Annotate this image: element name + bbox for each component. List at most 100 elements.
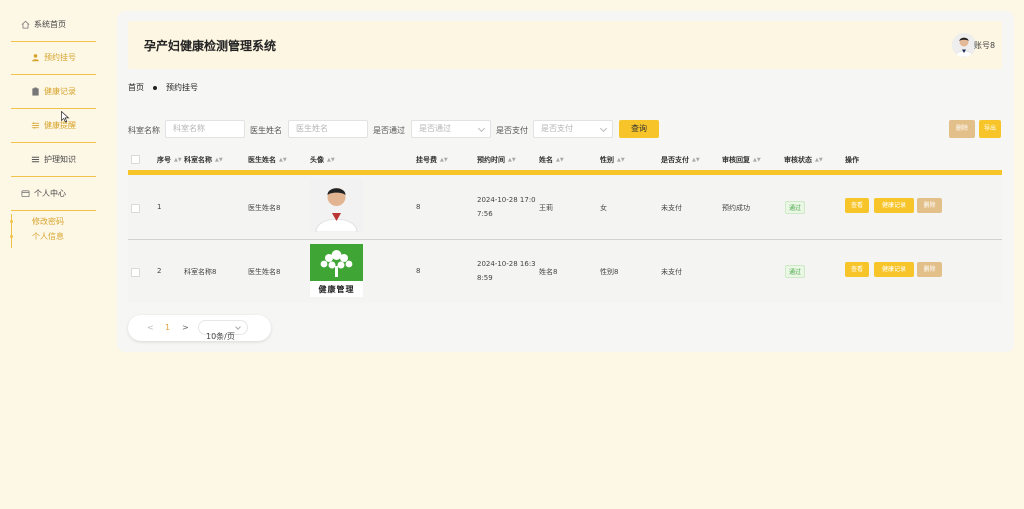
col-header[interactable]: 医生姓名 ▲▼ — [248, 155, 287, 165]
sort-icon: ▲▼ — [753, 157, 761, 163]
col-header[interactable]: 是否支付 ▲▼ — [661, 155, 700, 165]
table-row: 1 医生姓名8 8 2024-10-28 17:0 7:56 王莉 女 未支付 … — [128, 175, 1002, 238]
select-all-checkbox[interactable] — [131, 155, 140, 164]
col-header[interactable]: 性别 ▲▼ — [600, 155, 625, 165]
sidebar-item-home[interactable]: 系统首页 — [11, 8, 96, 42]
doctor-input[interactable]: 医生姓名 — [288, 120, 368, 138]
sidebar-item-label: 护理知识 — [44, 155, 76, 164]
sort-icon: ▲▼ — [279, 157, 287, 163]
sidebar-item-nursing[interactable]: 护理知识 — [11, 143, 96, 177]
col-header[interactable]: 科室名称 ▲▼ — [184, 155, 223, 165]
chevron-down-icon — [477, 124, 486, 133]
export-button[interactable]: 导出 — [979, 120, 1001, 138]
row-checkbox[interactable] — [131, 268, 140, 277]
page-number[interactable]: 1 — [165, 323, 170, 332]
col-header[interactable]: 审核状态 ▲▼ — [784, 155, 823, 165]
avatar[interactable] — [952, 33, 976, 57]
cell-paid: 未支付 — [661, 204, 682, 212]
cell-time-line2: 8:59 — [477, 274, 493, 282]
sidebar-item-label: 系统首页 — [34, 20, 66, 29]
next-page-button[interactable]: > — [182, 323, 189, 332]
prev-page-button[interactable]: < — [147, 323, 154, 332]
chevron-down-icon — [235, 324, 241, 330]
col-header[interactable]: 姓名 ▲▼ — [539, 155, 564, 165]
cell-fee: 8 — [416, 203, 421, 211]
view-button[interactable]: 查看 — [845, 198, 869, 213]
sort-icon: ▲▼ — [617, 157, 625, 163]
cell-gender: 女 — [600, 204, 607, 212]
col-header-label: 是否支付 — [661, 156, 689, 164]
sort-icon: ▲▼ — [508, 157, 516, 163]
sidebar-item-health-record[interactable]: 健康记录 — [11, 75, 96, 109]
page-size-value: 10条/页 — [206, 332, 235, 341]
cell-name: 王莉 — [539, 204, 553, 212]
breadcrumb-separator — [153, 85, 157, 90]
sidebar-item-label: 健康记录 — [44, 87, 76, 96]
table-header: 序号 ▲▼ 科室名称 ▲▼ 医生姓名 ▲▼ 头像 ▲▼ 挂号费 ▲▼ 预约时间 ▲▼ 姓名 ▲… — [128, 149, 1002, 170]
wallet-icon — [21, 189, 30, 198]
sliders-icon — [31, 121, 40, 130]
list-icon — [31, 155, 40, 164]
cell-no: 1 — [157, 203, 162, 211]
cell-time-line1: 2024-10-28 16:3 — [477, 260, 536, 268]
sidebar-item-personal-center[interactable]: 个人中心 — [11, 177, 96, 211]
pass-select[interactable]: 是否通过 — [411, 120, 491, 138]
sort-icon: ▲▼ — [556, 157, 564, 163]
cell-time-line1: 2024-10-28 17:0 — [477, 196, 536, 204]
col-header[interactable]: 头像 ▲▼ — [310, 155, 335, 165]
sort-icon: ▲▼ — [692, 157, 700, 163]
view-button[interactable]: 查看 — [845, 262, 869, 277]
col-header[interactable]: 审核回复 ▲▼ — [722, 155, 761, 165]
doctor-photo — [310, 179, 363, 232]
health-record-button[interactable]: 健康记录 — [874, 262, 914, 277]
cell-reply: 预约成功 — [722, 204, 750, 212]
clipboard-icon — [31, 87, 40, 96]
query-button[interactable]: 查询 — [619, 120, 659, 138]
top-bar: 孕产妇健康检测管理系统 账号8 — [128, 21, 1002, 69]
health-logo-image: 健康管理 — [310, 244, 363, 297]
col-header-label: 审核状态 — [784, 156, 812, 164]
breadcrumb-current: 预约挂号 — [166, 83, 198, 92]
user-icon — [31, 53, 40, 62]
sidebar-item-appointment[interactable]: 预约挂号 — [11, 41, 96, 75]
status-badge: 通过 — [785, 201, 806, 214]
sort-icon: ▲▼ — [440, 157, 448, 163]
account-name[interactable]: 账号8 — [974, 40, 1002, 51]
dept-input[interactable]: 科室名称 — [165, 120, 245, 138]
cell-time-line2: 7:56 — [477, 210, 493, 218]
breadcrumb-home[interactable]: 首页 — [128, 82, 144, 93]
col-header-label: 科室名称 — [184, 156, 212, 164]
col-header-label: 性别 — [600, 156, 614, 164]
pass-select-placeholder: 是否通过 — [419, 124, 451, 133]
home-icon — [21, 20, 30, 29]
batch-delete-button[interactable]: 删除 — [949, 120, 975, 138]
page-title: 孕产妇健康检测管理系统 — [144, 39, 277, 53]
col-header-label: 审核回复 — [722, 156, 750, 164]
sidebar-sub-change-password[interactable]: 修改密码 — [32, 214, 102, 229]
status-badge: 通过 — [785, 265, 806, 278]
col-header[interactable]: 挂号费 ▲▼ — [416, 155, 448, 165]
dept-label: 科室名称 — [128, 126, 160, 135]
delete-button[interactable]: 删除 — [917, 198, 942, 213]
sidebar-item-label: 个人中心 — [34, 189, 66, 198]
sort-icon: ▲▼ — [327, 157, 335, 163]
sort-icon: ▲▼ — [174, 157, 182, 163]
submenu-dot — [10, 235, 13, 238]
health-record-button[interactable]: 健康记录 — [874, 198, 914, 213]
table-row: 2 科室名称8 医生姓名8 健康管理 8 2024-10-28 16:3 8:5… — [128, 240, 1002, 303]
cell-fee: 8 — [416, 267, 421, 275]
paid-select[interactable]: 是否支付 — [533, 120, 613, 138]
delete-button[interactable]: 删除 — [917, 262, 942, 277]
cell-paid: 未支付 — [661, 268, 682, 276]
doctor-label: 医生姓名 — [250, 126, 282, 135]
page-size-select[interactable]: 10条/页 — [198, 320, 248, 341]
sidebar-item-health-reminder[interactable]: 健康提醒 — [11, 109, 96, 143]
col-header[interactable]: 序号 ▲▼ — [157, 155, 182, 165]
col-header-label: 预约时间 — [477, 156, 505, 164]
col-header[interactable]: 预约时间 ▲▼ — [477, 155, 516, 165]
cell-name: 姓名8 — [539, 268, 558, 276]
sidebar-item-label: 健康提醒 — [44, 121, 76, 130]
sidebar-sub-personal-info[interactable]: 个人信息 — [32, 229, 102, 244]
row-checkbox[interactable] — [131, 204, 140, 213]
col-header-label: 医生姓名 — [248, 156, 276, 164]
